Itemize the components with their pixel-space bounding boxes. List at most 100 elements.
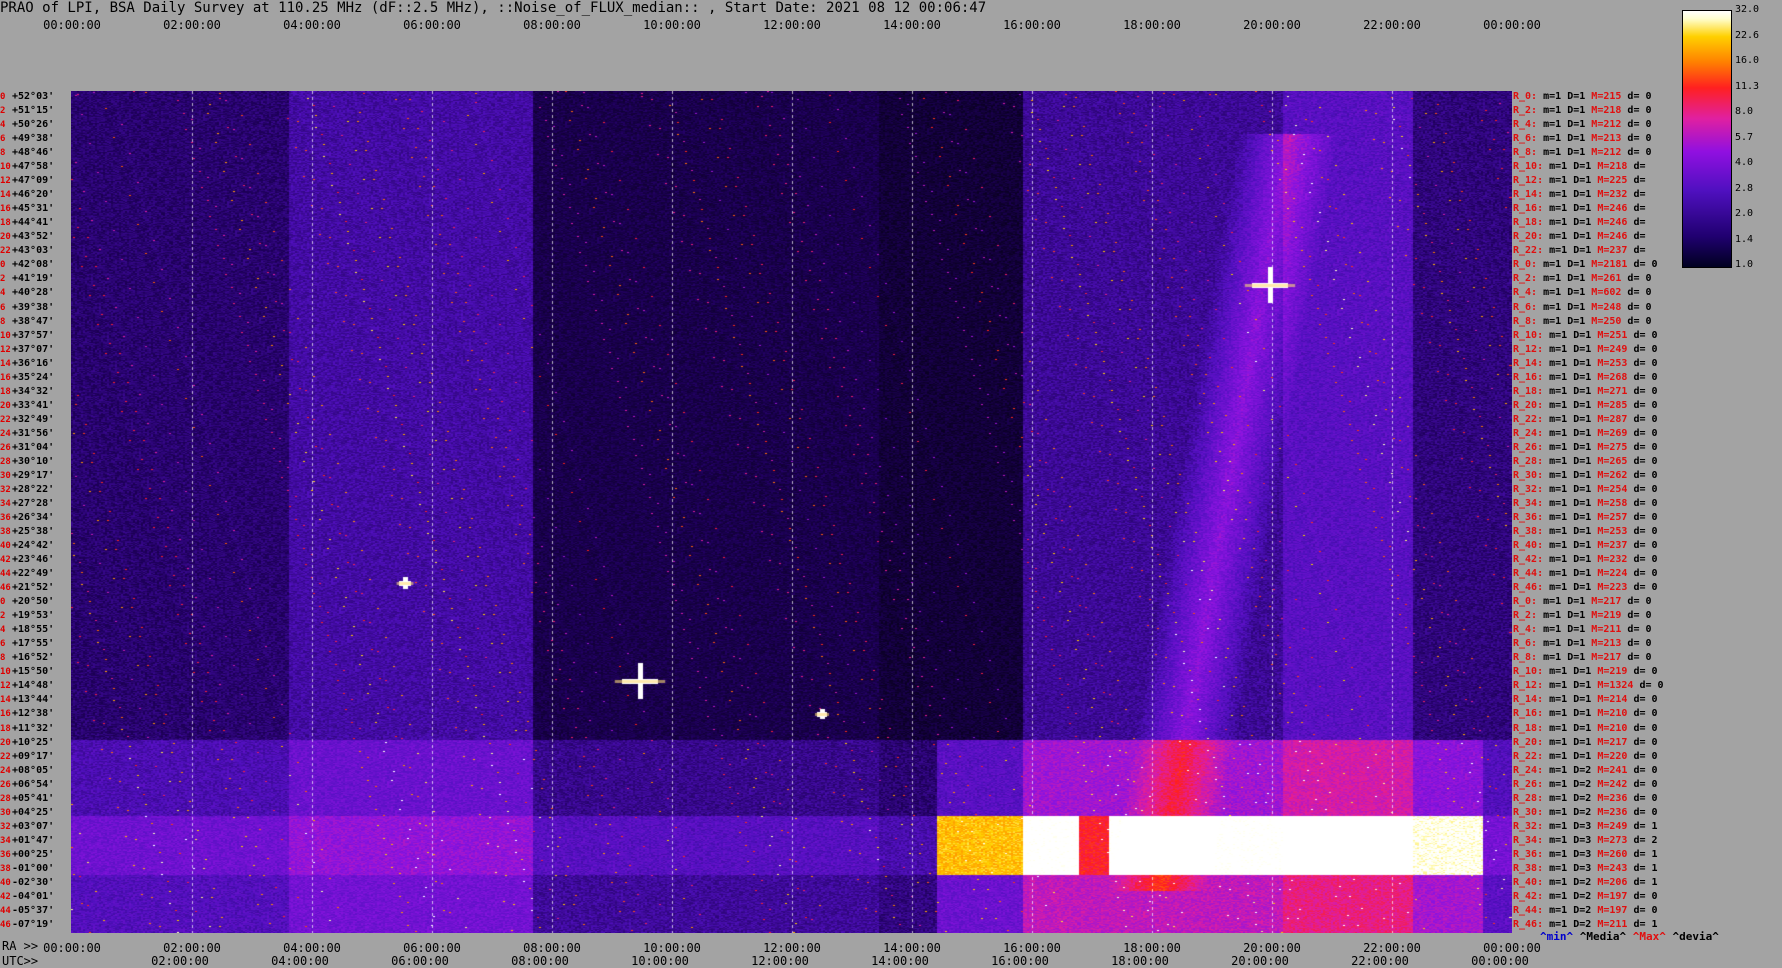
row-stat: R_14: m=1 D=1 M=214 d= 0 xyxy=(1513,694,1658,706)
declination-label: 6 +39°38' xyxy=(0,301,55,313)
utc-axis-label: UTC>> xyxy=(2,954,39,968)
row-stat: R_24: m=1 D=1 M=269 d= 0 xyxy=(1513,427,1658,439)
declination-label: 20+33°41' xyxy=(0,399,55,411)
bottom-tick-utc: 22:00:00 xyxy=(1351,954,1409,968)
row-stat: R_30: m=1 D=1 M=262 d= 0 xyxy=(1513,469,1658,481)
declination-label: 28+05°41' xyxy=(0,792,55,804)
row-stat: R_24: m=1 D=2 M=241 d= 0 xyxy=(1513,764,1658,776)
declination-label: 26+31°04' xyxy=(0,441,55,453)
bottom-tick-utc: 12:00:00 xyxy=(751,954,809,968)
row-stat: R_32: m=1 D=1 M=254 d= 0 xyxy=(1513,483,1658,495)
row-stat: R_40: m=1 D=1 M=237 d= 0 xyxy=(1513,540,1658,552)
declination-label: 42+23°46' xyxy=(0,554,55,566)
declination-label: 16+35°24' xyxy=(0,371,55,383)
row-stat: R_22: m=1 D=1 M=220 d= 0 xyxy=(1513,750,1658,762)
bottom-tick-utc: 04:00:00 xyxy=(271,954,329,968)
bottom-tick-ra: 20:00:00 xyxy=(1243,941,1301,955)
declination-label: 0 +42°08' xyxy=(0,259,55,271)
top-tick-label: 14:00:00 xyxy=(883,18,941,32)
declination-label: 34+27°28' xyxy=(0,497,55,509)
declination-label: 30+29°17' xyxy=(0,469,55,481)
row-stat: R_32: m=1 D=3 M=249 d= 1 xyxy=(1513,820,1658,832)
declination-label: 18+11°32' xyxy=(0,722,55,734)
declination-label: 24+08°05' xyxy=(0,764,55,776)
declination-label: 16+12°38' xyxy=(0,708,55,720)
top-tick-label: 22:00:00 xyxy=(1363,18,1421,32)
stats-legend: ^min^ ^Media^ ^Max^ ^devia^ xyxy=(1540,930,1719,943)
row-stat: R_38: m=1 D=1 M=253 d= 0 xyxy=(1513,526,1658,538)
row-stat: R_36: m=1 D=3 M=260 d= 1 xyxy=(1513,848,1658,860)
row-stat: R_14: m=1 D=1 M=232 d= xyxy=(1513,189,1646,201)
colorbar-tick: 2.0 xyxy=(1735,208,1754,219)
row-stat: R_2: m=1 D=1 M=219 d= 0 xyxy=(1513,610,1652,622)
row-stat: R_42: m=1 D=2 M=197 d= 0 xyxy=(1513,890,1658,902)
declination-label: 36+26°34' xyxy=(0,512,55,524)
bottom-tick-utc: 06:00:00 xyxy=(391,954,449,968)
row-stat: R_38: m=1 D=3 M=243 d= 1 xyxy=(1513,862,1658,874)
declination-label: 44+22°49' xyxy=(0,568,55,580)
declination-label: 4 +40°28' xyxy=(0,287,55,299)
row-stat: R_12: m=1 D=1 M=1324 d= 0 xyxy=(1513,680,1664,692)
row-stat: R_8: m=1 D=1 M=212 d= 0 xyxy=(1513,147,1652,159)
declination-label: 28+30°10' xyxy=(0,455,55,467)
declination-label: 32+28°22' xyxy=(0,483,55,495)
row-stat: R_6: m=1 D=1 M=213 d= 0 xyxy=(1513,133,1652,145)
row-stat: R_20: m=1 D=1 M=285 d= 0 xyxy=(1513,399,1658,411)
declination-label: 46+21°52' xyxy=(0,582,55,594)
bottom-tick-ra: 02:00:00 xyxy=(163,941,221,955)
bottom-tick-ra: 00:00:00 xyxy=(43,941,101,955)
declination-label: 0 +52°03' xyxy=(0,91,55,103)
row-stat: R_2: m=1 D=1 M=261 d= 0 xyxy=(1513,273,1652,285)
declination-label: 18+34°32' xyxy=(0,385,55,397)
row-stat: R_20: m=1 D=1 M=246 d= xyxy=(1513,231,1646,243)
bottom-tick-utc: 20:00:00 xyxy=(1231,954,1289,968)
top-tick-label: 20:00:00 xyxy=(1243,18,1301,32)
bottom-tick-utc: 14:00:00 xyxy=(871,954,929,968)
declination-label: 0 +20°50' xyxy=(0,596,55,608)
declination-label: 40-02°30' xyxy=(0,876,55,888)
bottom-tick-ra: 18:00:00 xyxy=(1123,941,1181,955)
top-tick-label: 10:00:00 xyxy=(643,18,701,32)
top-tick-label: 16:00:00 xyxy=(1003,18,1061,32)
bottom-tick-ra: 06:00:00 xyxy=(403,941,461,955)
row-stat: R_10: m=1 D=1 M=219 d= 0 xyxy=(1513,666,1658,678)
declination-label: 38+25°38' xyxy=(0,526,55,538)
row-stat: R_12: m=1 D=1 M=249 d= 0 xyxy=(1513,343,1658,355)
bottom-tick-ra: 12:00:00 xyxy=(763,941,821,955)
declination-label: 46-07°19' xyxy=(0,918,55,930)
row-stat: R_18: m=1 D=1 M=246 d= xyxy=(1513,217,1646,229)
bottom-tick-ra: 16:00:00 xyxy=(1003,941,1061,955)
declination-label: 22+32°49' xyxy=(0,413,55,425)
legend-max: ^Max^ xyxy=(1632,930,1666,943)
colorbar-tick: 11.3 xyxy=(1735,80,1760,92)
declination-label: 10+37°57' xyxy=(0,329,55,341)
row-stat: R_10: m=1 D=1 M=218 d= xyxy=(1513,161,1646,173)
legend-devia: ^devia^ xyxy=(1672,930,1719,943)
colorbar xyxy=(1682,10,1732,268)
row-stat: R_16: m=1 D=1 M=210 d= 0 xyxy=(1513,708,1658,720)
row-stat: R_8: m=1 D=1 M=217 d= 0 xyxy=(1513,652,1652,664)
declination-label: 8 +16°52' xyxy=(0,652,55,664)
declination-label: 32+03°07' xyxy=(0,820,55,832)
row-stat: R_44: m=1 D=2 M=197 d= 0 xyxy=(1513,904,1658,916)
bottom-tick-utc: 18:00:00 xyxy=(1111,954,1169,968)
colorbar-tick: 5.7 xyxy=(1735,131,1754,143)
row-stat: R_18: m=1 D=1 M=271 d= 0 xyxy=(1513,385,1658,397)
row-stat: R_6: m=1 D=1 M=248 d= 0 xyxy=(1513,301,1652,313)
row-stat: R_20: m=1 D=1 M=217 d= 0 xyxy=(1513,736,1658,748)
row-stat: R_28: m=1 D=1 M=265 d= 0 xyxy=(1513,455,1658,467)
declination-label: 12+47°09' xyxy=(0,175,55,187)
row-stat: R_28: m=1 D=2 M=236 d= 0 xyxy=(1513,792,1658,804)
row-stat: R_8: m=1 D=1 M=250 d= 0 xyxy=(1513,315,1652,327)
declination-label: 22+43°03' xyxy=(0,245,55,257)
row-stat: R_2: m=1 D=1 M=218 d= 0 xyxy=(1513,105,1652,117)
declination-label: 24+31°56' xyxy=(0,427,55,439)
legend-min: ^min^ xyxy=(1540,930,1574,943)
row-stat: R_4: m=1 D=1 M=212 d= 0 xyxy=(1513,119,1652,131)
colorbar-tick: 32.0 xyxy=(1735,4,1760,15)
top-tick-label: 00:00:00 xyxy=(43,18,101,32)
row-stat: R_16: m=1 D=1 M=268 d= 0 xyxy=(1513,371,1658,383)
top-tick-label: 12:00:00 xyxy=(763,18,821,32)
ra-axis-label: RA >> xyxy=(2,939,39,953)
legend-median: ^Media^ xyxy=(1579,930,1627,943)
